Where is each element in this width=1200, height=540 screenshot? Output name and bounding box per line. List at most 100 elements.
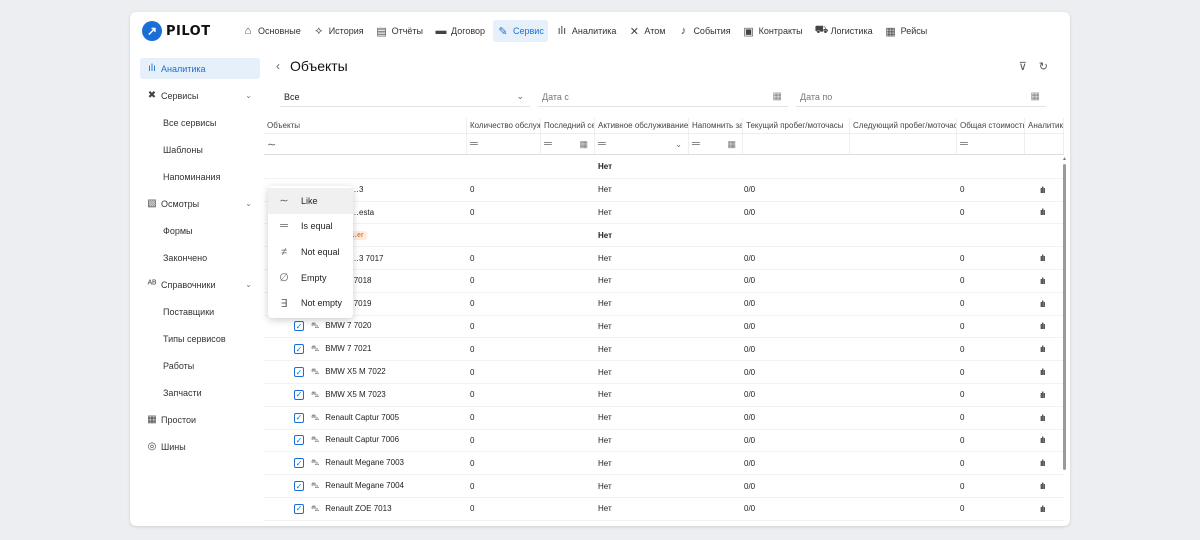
column-filter-cell[interactable] xyxy=(1025,134,1064,154)
like-filter-icon[interactable]: ∼ xyxy=(267,138,276,151)
column-header[interactable]: Общая стоимость xyxy=(957,118,1025,133)
bar-chart-icon[interactable]: ılı xyxy=(1040,413,1045,423)
checkbox-icon[interactable]: ✓ xyxy=(294,389,304,400)
table-row[interactable]: ✓ ⛍ Renault ZOE 7013 0 Нет 0/0 0 ılı xyxy=(264,498,1064,521)
table-row[interactable]: …3 0 Нет 0/0 0 ılı xyxy=(264,179,1064,202)
chevron-down-icon[interactable]: ⌄ xyxy=(245,199,252,208)
checkbox-icon[interactable]: ✓ xyxy=(294,321,304,332)
group-select[interactable]: Все ⌄ xyxy=(280,87,530,107)
column-header[interactable]: Следующий пробег/моточасы xyxy=(850,118,957,133)
column-header[interactable]: Аналитика xyxy=(1025,118,1064,133)
bar-chart-icon[interactable]: ılı xyxy=(1040,435,1045,445)
sidebar-item-4[interactable]: Шаблоны xyxy=(140,139,260,160)
table-row[interactable]: ✓ ⛍ BMW 7 7020 0 Нет 0/0 0 ılı xyxy=(264,316,1064,339)
clear-filter-icon[interactable]: ⊽ xyxy=(1019,60,1027,73)
column-filter-cell[interactable]: ═ ▦ xyxy=(689,134,743,154)
sidebar-item-6[interactable]: ▧ Осмотры ⌄ xyxy=(140,193,260,214)
bar-chart-icon[interactable]: ılı xyxy=(1040,367,1045,377)
nav-item-3[interactable]: ▤ Отчёты xyxy=(372,20,427,42)
nav-item-8[interactable]: ♪ События xyxy=(673,20,734,42)
bar-chart-icon[interactable]: ılı xyxy=(1040,253,1045,263)
sidebar-item-5[interactable]: Напоминания xyxy=(140,166,260,187)
nav-item-9[interactable]: ▣ Контракты xyxy=(739,20,807,42)
sidebar-item-8[interactable]: Закончено xyxy=(140,247,260,268)
checkbox-icon[interactable]: ✓ xyxy=(294,458,304,469)
date-from-field[interactable]: Дата с ▦ xyxy=(538,87,788,107)
group-row[interactable]: …er Нет xyxy=(264,224,1064,248)
back-button[interactable]: ‹ xyxy=(276,59,280,73)
nav-item-5[interactable]: ✎ Сервис xyxy=(493,20,548,42)
column-filter-cell[interactable] xyxy=(743,134,850,154)
chevron-down-icon[interactable]: ⌄ xyxy=(675,140,682,149)
column-header[interactable]: Количество обслуживаний xyxy=(467,118,541,133)
table-row[interactable]: ✓ ⛍ BMW X5 M 7023 0 Нет 0/0 0 ılı xyxy=(264,384,1064,407)
sidebar-item-1[interactable]: ılı Аналитика xyxy=(140,58,260,79)
checkbox-icon[interactable]: ✓ xyxy=(294,412,304,423)
table-row[interactable]: ✓ ⛍ Renault Captur 7006 0 Нет 0/0 0 ılı xyxy=(264,430,1064,453)
calendar-icon[interactable]: ▦ xyxy=(773,91,782,102)
calendar-icon[interactable]: ▦ xyxy=(579,139,588,150)
nav-item-4[interactable]: ▬ Договор xyxy=(431,20,489,42)
bar-chart-icon[interactable]: ılı xyxy=(1040,344,1045,354)
chevron-down-icon[interactable]: ⌄ xyxy=(245,280,252,289)
nav-item-2[interactable]: ⟡ История xyxy=(309,20,368,42)
table-row[interactable]: ✓ ⛍ Renault Megane 7003 0 Нет 0/0 0 ılı xyxy=(264,452,1064,476)
column-header[interactable]: Текущий пробег/моточасы xyxy=(743,118,850,133)
column-filter-cell[interactable]: ═ xyxy=(957,134,1025,154)
filter-option-not-equal[interactable]: ≠ Not equal xyxy=(268,239,353,265)
column-filter-cell[interactable]: ═ ⌄ xyxy=(595,134,689,154)
sidebar-item-9[interactable]: ᴬᴮ Справочники ⌄ xyxy=(140,274,260,295)
nav-item-7[interactable]: ✕ Атом xyxy=(624,20,669,42)
nav-item-11[interactable]: ▦ Рейсы xyxy=(881,20,932,42)
scroll-up-icon[interactable]: ▲ xyxy=(1062,156,1067,162)
sidebar-item-14[interactable]: ▦ Простои xyxy=(140,409,260,430)
checkbox-icon[interactable]: ✓ xyxy=(294,503,304,514)
sidebar-item-13[interactable]: Запчасти xyxy=(140,382,260,403)
checkbox-icon[interactable]: ✓ xyxy=(294,344,304,355)
scrollbar-thumb[interactable] xyxy=(1063,164,1066,470)
sidebar-item-2[interactable]: ✖ Сервисы ⌄ xyxy=(140,85,260,106)
column-header[interactable]: Активное обслуживание xyxy=(595,118,689,133)
equal-filter-icon[interactable]: ═ xyxy=(960,138,968,150)
calendar-icon[interactable]: ▦ xyxy=(1031,91,1040,102)
filter-option-like[interactable]: ∼ Like xyxy=(268,188,353,214)
checkbox-icon[interactable]: ✓ xyxy=(294,435,304,446)
table-row[interactable]: ✓ ⛍ BMW 7 7021 0 Нет 0/0 0 ılı xyxy=(264,338,1064,362)
bar-chart-icon[interactable]: ılı xyxy=(1040,185,1045,195)
table-row[interactable]: ✓ ⛍ Renault Megane 7004 0 Нет 0/0 0 ılı xyxy=(264,475,1064,498)
bar-chart-icon[interactable]: ılı xyxy=(1040,299,1045,309)
equal-filter-icon[interactable]: ═ xyxy=(598,138,606,150)
column-filter-cell[interactable]: ═ xyxy=(467,134,541,154)
filter-option-is-equal[interactable]: ═ Is equal xyxy=(268,214,353,240)
group-row[interactable]: Нет xyxy=(264,156,1064,179)
bar-chart-icon[interactable]: ılı xyxy=(1040,458,1045,468)
checkbox-icon[interactable]: ✓ xyxy=(294,481,304,492)
chevron-down-icon[interactable]: ⌄ xyxy=(245,91,252,100)
nav-item-6[interactable]: ılı Аналитика xyxy=(552,20,621,42)
bar-chart-icon[interactable]: ılı xyxy=(1040,390,1045,400)
sidebar-item-11[interactable]: Типы сервисов xyxy=(140,328,260,349)
sidebar-item-12[interactable]: Работы xyxy=(140,355,260,376)
table-row[interactable]: ✓ ⛍ Renault Captur 7005 0 Нет 0/0 0 ılı xyxy=(264,407,1064,430)
column-header[interactable]: Последний сервис xyxy=(541,118,595,133)
nav-item-1[interactable]: ⌂ Основные xyxy=(238,20,305,42)
table-row[interactable]: ✓⛍BMW 3 70180Нет0/00ılı xyxy=(264,270,1064,293)
sidebar-item-7[interactable]: Формы xyxy=(140,220,260,241)
nav-item-10[interactable]: ⛟ Логистика xyxy=(811,20,877,42)
filter-option-empty[interactable]: ∅ Empty xyxy=(268,265,353,291)
checkbox-icon[interactable]: ✓ xyxy=(294,367,304,378)
bar-chart-icon[interactable]: ılı xyxy=(1040,504,1045,514)
table-row[interactable]: ✓ ⛍ BMW X5 M 7022 0 Нет 0/0 0 ılı xyxy=(264,361,1064,384)
calendar-icon[interactable]: ▦ xyxy=(727,139,736,150)
sidebar-item-10[interactable]: Поставщики xyxy=(140,301,260,322)
equal-filter-icon[interactable]: ═ xyxy=(544,138,552,150)
date-to-field[interactable]: Дата по ▦ xyxy=(796,87,1046,107)
table-row[interactable]: …3 7017 0 Нет 0/0 0 ılı xyxy=(264,247,1064,270)
sidebar-item-15[interactable]: ◎ Шины xyxy=(140,436,260,457)
column-header[interactable]: Объекты xyxy=(264,118,467,133)
bar-chart-icon[interactable]: ılı xyxy=(1040,321,1045,331)
vertical-scrollbar[interactable]: ▲ xyxy=(1062,156,1067,484)
refresh-icon[interactable]: ↻ xyxy=(1039,60,1048,73)
table-row[interactable]: …esta 0 Нет 0/0 0 ılı xyxy=(264,202,1064,225)
logo[interactable]: ↗ PILOT xyxy=(142,21,238,41)
